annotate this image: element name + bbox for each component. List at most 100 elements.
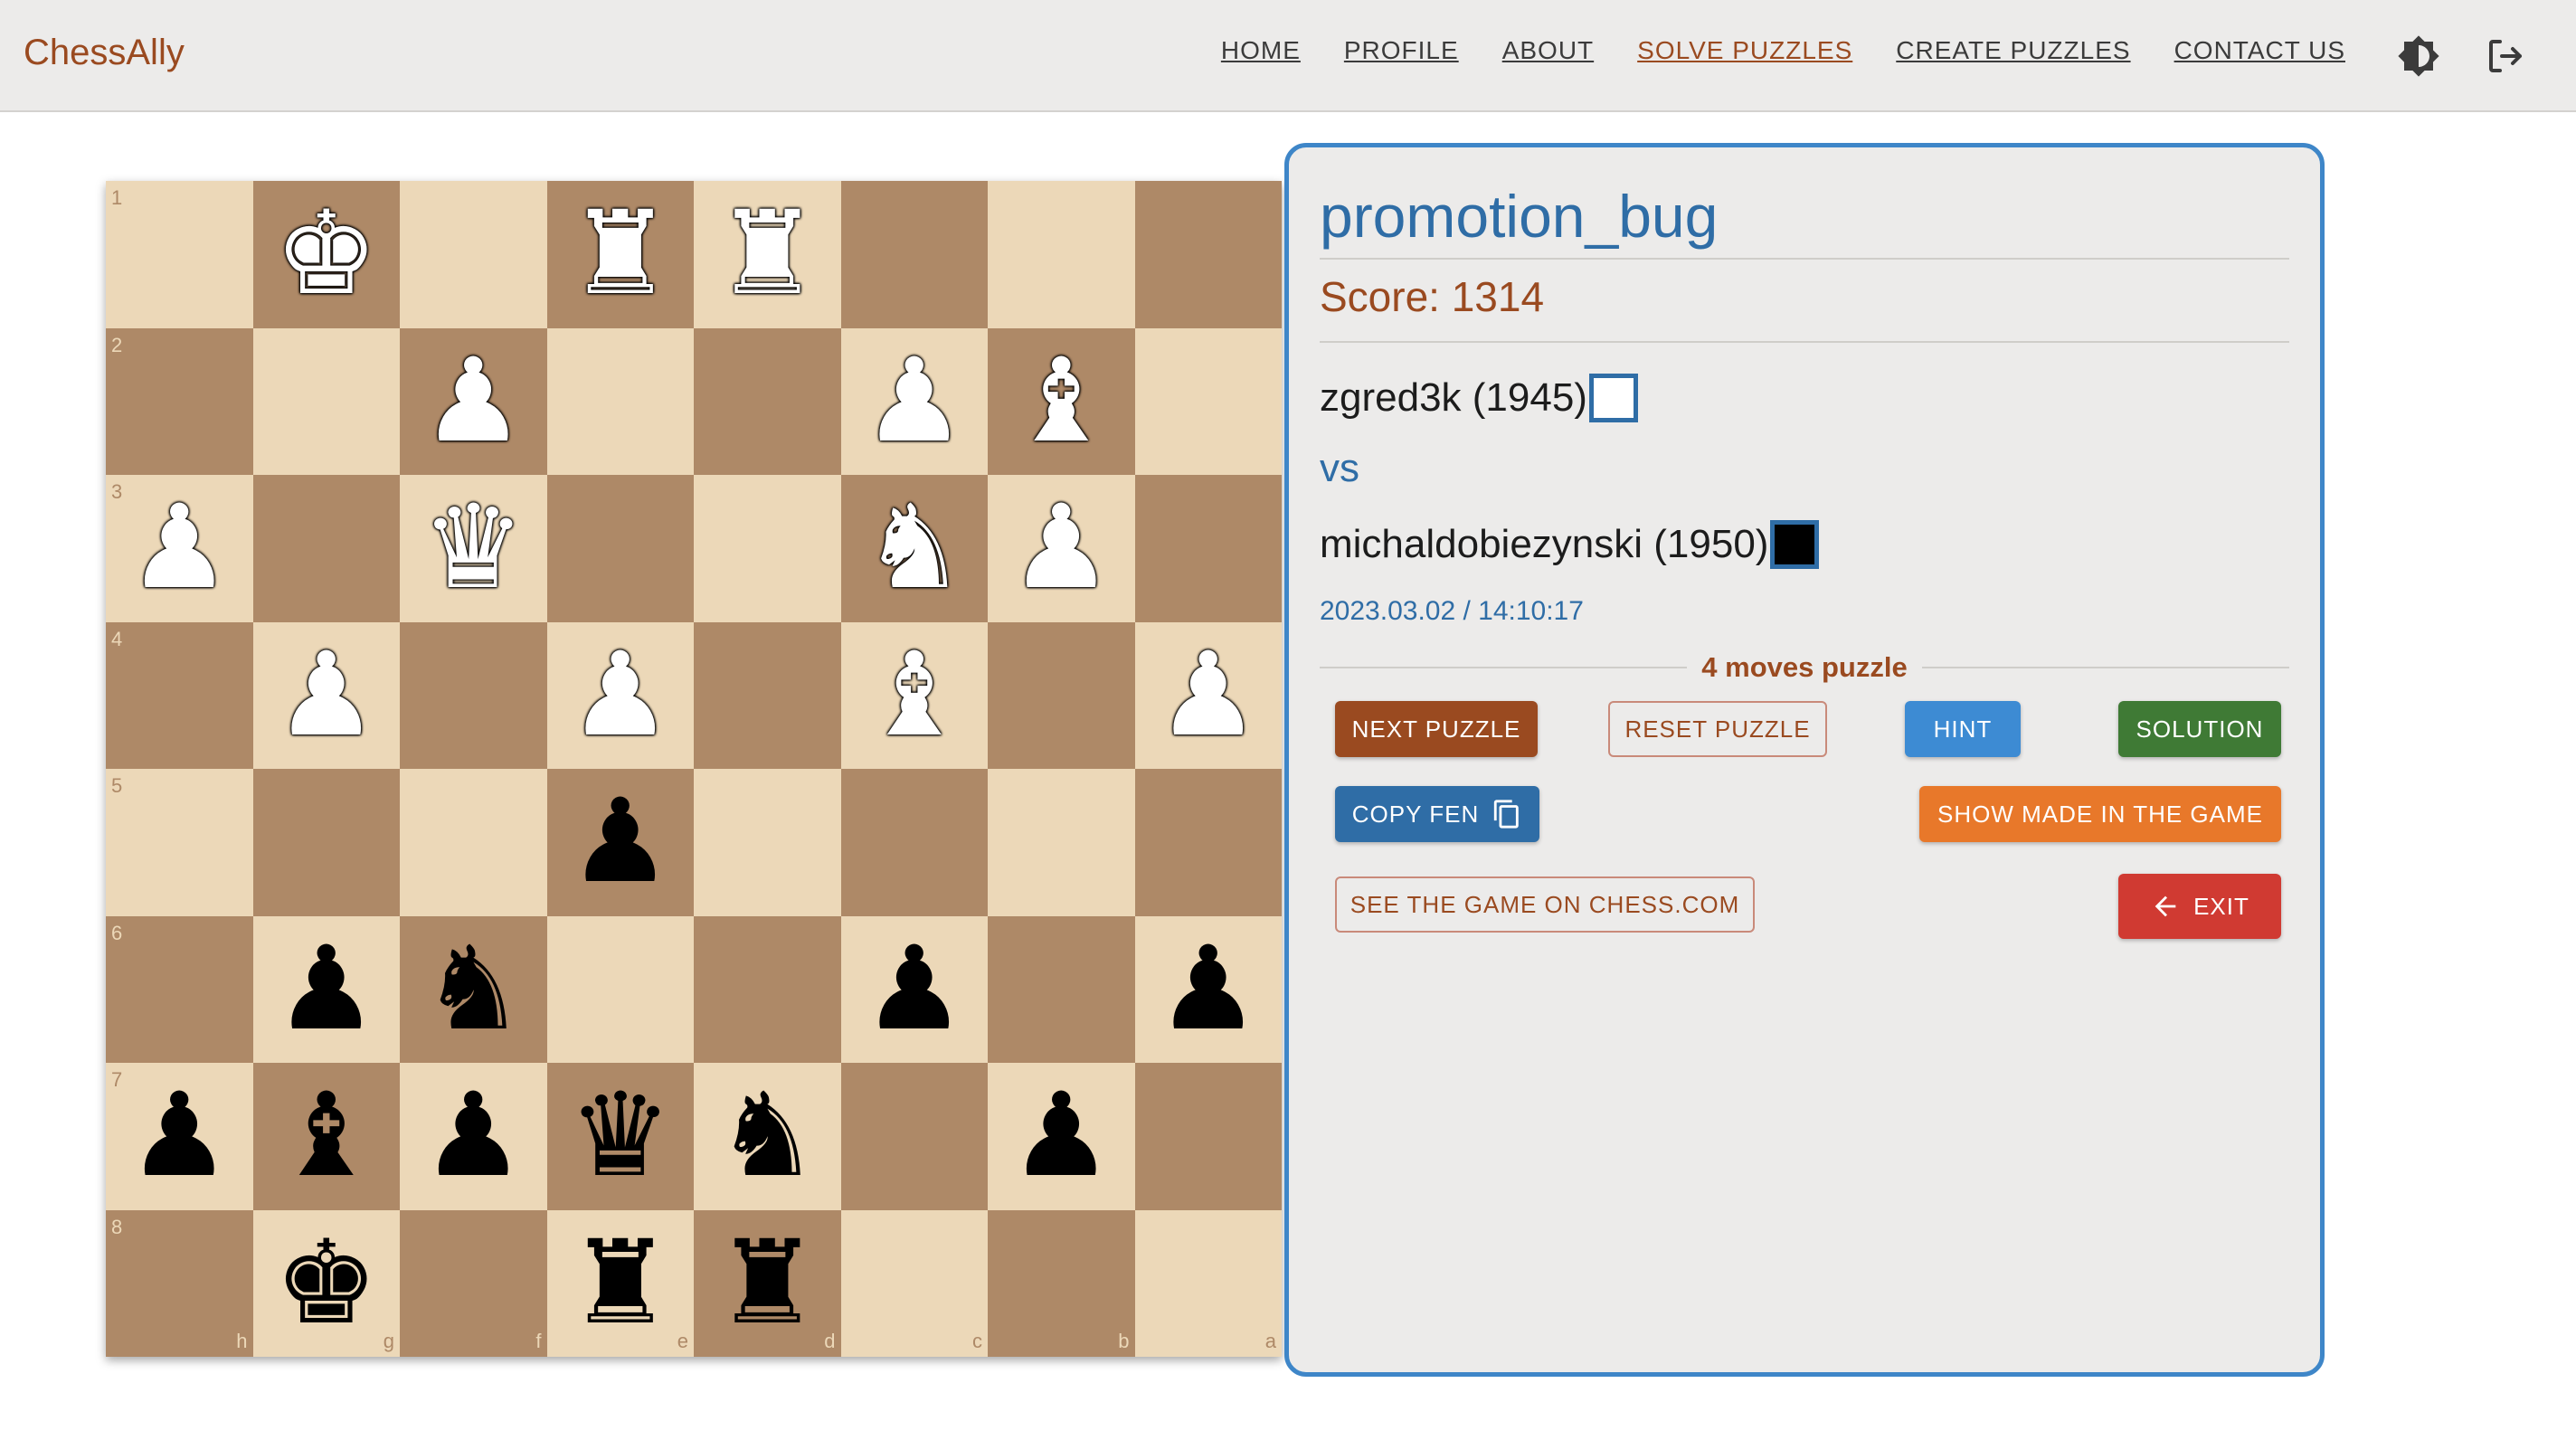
black-pawn-piece[interactable]: ♟ [1009,1078,1113,1194]
nav-link-profile[interactable]: PROFILE [1344,36,1459,65]
board-square-b4[interactable] [988,621,1135,769]
white-rook-piece[interactable]: ♜ [568,196,672,312]
nav-link-create-puzzles[interactable]: CREATE PUZZLES [1896,36,2130,65]
copy-fen-button[interactable]: COPY FEN [1335,786,1539,842]
board-square-f4[interactable] [400,621,547,769]
board-square-g2[interactable] [252,327,400,475]
board-square-e5[interactable]: ♟ [546,769,694,916]
white-pawn-piece[interactable]: ♟ [128,490,232,606]
board-square-f3[interactable]: ♛ [400,475,547,622]
board-square-c7[interactable] [840,1063,988,1210]
board-square-c1[interactable] [840,181,988,328]
board-square-g4[interactable]: ♟ [252,621,400,769]
board-square-c3[interactable]: ♞ [840,475,988,622]
board-square-c6[interactable]: ♟ [840,915,988,1063]
black-pawn-piece[interactable]: ♟ [1156,931,1260,1047]
board-square-f2[interactable]: ♟ [400,327,547,475]
board-square-a1[interactable] [1134,181,1282,328]
black-knight-piece[interactable]: ♞ [421,931,526,1047]
board-square-f1[interactable] [400,181,547,328]
black-pawn-piece[interactable]: ♟ [421,1078,526,1194]
board-square-g6[interactable]: ♟ [252,915,400,1063]
board-square-e1[interactable]: ♜ [546,181,694,328]
board-square-d1[interactable]: ♜ [694,181,841,328]
white-bishop-piece[interactable]: ♝ [1009,343,1113,459]
white-pawn-piece[interactable]: ♟ [862,343,966,459]
board-square-a5[interactable] [1134,769,1282,916]
board-square-b5[interactable] [988,769,1135,916]
board-square-a6[interactable]: ♟ [1134,915,1282,1063]
solution-button[interactable]: SOLUTION [2118,701,2281,757]
nav-link-contact-us[interactable]: CONTACT US [2174,36,2345,65]
board-square-h1[interactable]: 1 [106,181,253,328]
board-square-h6[interactable]: 6 [106,915,253,1063]
board-square-f7[interactable]: ♟ [400,1063,547,1210]
see-game-on-chess-com-button[interactable]: SEE THE GAME ON CHESS.COM [1335,876,1755,933]
board-square-d2[interactable] [694,327,841,475]
black-king-piece[interactable]: ♚ [274,1225,378,1341]
board-square-d6[interactable] [694,915,841,1063]
board-square-h2[interactable]: 2 [106,327,253,475]
black-pawn-piece[interactable]: ♟ [568,784,672,900]
board-square-h8[interactable]: 8h [106,1209,253,1357]
white-pawn-piece[interactable]: ♟ [1156,637,1260,753]
black-queen-piece[interactable]: ♛ [568,1078,672,1194]
board-square-e8[interactable]: e ♜ [546,1209,694,1357]
board-square-a3[interactable] [1134,475,1282,622]
board-square-e6[interactable] [546,915,694,1063]
board-square-c2[interactable]: ♟ [840,327,988,475]
board-square-c4[interactable]: ♝ [840,621,988,769]
white-pawn-piece[interactable]: ♟ [1009,490,1113,606]
board-square-b6[interactable] [988,915,1135,1063]
board-square-h4[interactable]: 4 [106,621,253,769]
board-square-b2[interactable]: ♝ [988,327,1135,475]
nav-link-about[interactable]: ABOUT [1502,36,1594,65]
black-rook-piece[interactable]: ♜ [568,1225,672,1341]
white-bishop-piece[interactable]: ♝ [862,637,966,753]
board-square-d8[interactable]: d ♜ [694,1209,841,1357]
board-square-g3[interactable] [252,475,400,622]
board-square-c8[interactable]: c [840,1209,988,1357]
board-square-g8[interactable]: g ♚ [252,1209,400,1357]
board-square-b8[interactable]: b [988,1209,1135,1357]
board-square-d3[interactable] [694,475,841,622]
white-pawn-piece[interactable]: ♟ [568,637,672,753]
exit-button[interactable]: EXIT [2118,874,2281,939]
board-square-d4[interactable] [694,621,841,769]
board-square-b3[interactable]: ♟ [988,475,1135,622]
board-square-g5[interactable] [252,769,400,916]
board-square-e2[interactable] [546,327,694,475]
white-knight-piece[interactable]: ♞ [862,490,966,606]
next-puzzle-button[interactable]: NEXT PUZZLE [1335,701,1538,757]
reset-puzzle-button[interactable]: RESET PUZZLE [1608,701,1827,757]
nav-link-home[interactable]: HOME [1221,36,1301,65]
black-rook-piece[interactable]: ♜ [715,1225,819,1341]
board-square-c5[interactable] [840,769,988,916]
white-king-piece[interactable]: ♚ [274,196,378,312]
board-square-h5[interactable]: 5 [106,769,253,916]
board-square-g1[interactable]: ♚ [252,181,400,328]
black-knight-piece[interactable]: ♞ [715,1078,819,1194]
nav-link-solve-puzzles[interactable]: SOLVE PUZZLES [1637,36,1852,65]
board-square-d7[interactable]: ♞ [694,1063,841,1210]
chess-board[interactable]: 1 ♚ ♜ ♜ 2 ♟ ♟ ♝ 3 ♟ ♛ ♞ ♟ 4 ♟ ♟ ♝ ♟ 5 ♟ 6 ♟ ♞ ♟ ♟ 7 ♟ ♝ ♟ ♛ ♞ ♟ 8 h g ♚ f e ♜ d… [106,181,1282,1357]
white-queen-piece[interactable]: ♛ [421,490,526,606]
board-square-a7[interactable] [1134,1063,1282,1210]
white-rook-piece[interactable]: ♜ [715,196,819,312]
brand-logo[interactable]: ChessAlly [24,33,185,73]
hint-button[interactable]: HINT [1905,701,2021,757]
board-square-f8[interactable]: f [400,1209,547,1357]
board-square-f6[interactable]: ♞ [400,915,547,1063]
show-made-in-game-button[interactable]: SHOW MADE IN THE GAME [1919,786,2281,842]
board-square-b1[interactable] [988,181,1135,328]
board-square-f5[interactable] [400,769,547,916]
black-bishop-piece[interactable]: ♝ [274,1078,378,1194]
board-square-e3[interactable] [546,475,694,622]
black-pawn-piece[interactable]: ♟ [862,931,966,1047]
board-square-b7[interactable]: ♟ [988,1063,1135,1210]
board-square-h3[interactable]: 3 ♟ [106,475,253,622]
logout-icon[interactable] [2484,34,2527,78]
white-pawn-piece[interactable]: ♟ [274,637,378,753]
board-square-e7[interactable]: ♛ [546,1063,694,1210]
board-square-e4[interactable]: ♟ [546,621,694,769]
